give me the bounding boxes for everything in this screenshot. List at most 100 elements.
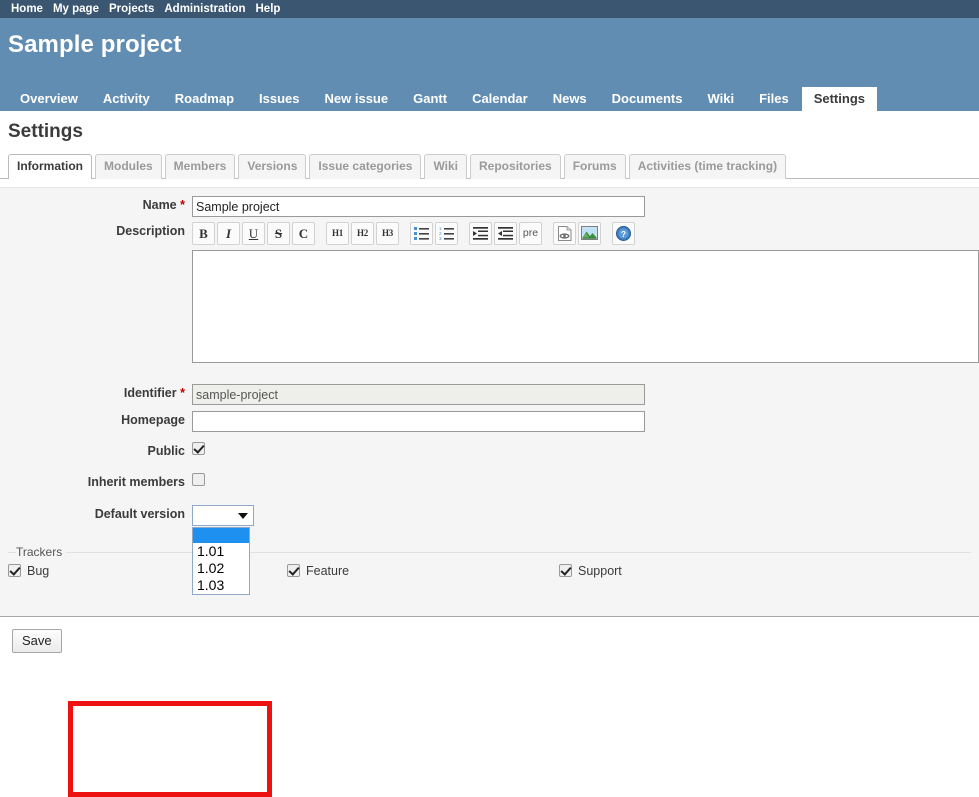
- checkbox-icon[interactable]: [559, 564, 572, 577]
- tab-repositories[interactable]: Repositories: [470, 154, 561, 179]
- top-menu-item: Home: [6, 0, 48, 18]
- main-menu-item: New issue: [313, 87, 401, 111]
- main-menu-files[interactable]: Files: [747, 87, 801, 111]
- heading-2-icon[interactable]: H2: [351, 222, 374, 245]
- strikethrough-icon[interactable]: S: [267, 222, 290, 245]
- main-menu-settings[interactable]: Settings: [801, 87, 877, 111]
- main-menu-gantt[interactable]: Gantt: [401, 87, 459, 111]
- tracker-label: Bug: [27, 564, 50, 578]
- top-menu-my-page[interactable]: My page: [48, 0, 104, 18]
- field-row-homepage: Homepage: [0, 411, 979, 434]
- main-menu-activity[interactable]: Activity: [91, 87, 162, 111]
- default-version-option[interactable]: 1.02: [193, 560, 249, 577]
- inherit-members-label: Inherit members: [0, 473, 185, 492]
- settings-tab-item: Activities (time tracking): [628, 154, 787, 179]
- main-menu-news[interactable]: News: [541, 87, 599, 111]
- settings-tab-item: Wiki: [424, 154, 468, 179]
- field-row-description: Description B I U S C H1 H2 H3 1 2 3 pre?: [0, 222, 979, 372]
- main-menu-wiki[interactable]: Wiki: [695, 87, 746, 111]
- project-homepage-input[interactable]: [192, 411, 645, 432]
- top-menu-projects[interactable]: Projects: [104, 0, 159, 18]
- inherit-members-checkbox[interactable]: [192, 473, 205, 486]
- public-label: Public: [0, 442, 185, 461]
- top-menu-help[interactable]: Help: [251, 0, 286, 18]
- tab-modules[interactable]: Modules: [95, 154, 162, 179]
- checkbox-icon[interactable]: [8, 564, 21, 577]
- public-checkbox[interactable]: [192, 442, 205, 455]
- italic-icon[interactable]: I: [217, 222, 240, 245]
- main-menu-item: Roadmap: [163, 87, 246, 111]
- description-label: Description: [0, 222, 185, 241]
- settings-tab-item: Forums: [563, 154, 626, 179]
- top-menu-home[interactable]: Home: [6, 0, 48, 18]
- project-description-textarea[interactable]: [192, 250, 979, 363]
- help-icon[interactable]: ?: [612, 222, 635, 245]
- main-menu-item: Files: [747, 87, 801, 111]
- top-menu-item: Administration: [159, 0, 250, 18]
- default-version-option[interactable]: 1.03: [193, 577, 249, 594]
- tab-activities-time-tracking[interactable]: Activities (time tracking): [628, 154, 787, 179]
- field-row-identifier: Identifier *: [0, 384, 979, 407]
- field-row-public: Public: [0, 442, 979, 465]
- main-menu-roadmap[interactable]: Roadmap: [163, 87, 246, 111]
- indent-icon[interactable]: [469, 222, 492, 245]
- main-menu-calendar[interactable]: Calendar: [460, 87, 540, 111]
- main-menu-item: Issues: [247, 87, 311, 111]
- ordered-list-icon[interactable]: 123: [435, 222, 458, 245]
- main-menu-item: News: [541, 87, 599, 111]
- code-icon[interactable]: C: [292, 222, 315, 245]
- default-version-option[interactable]: 1.01: [193, 543, 249, 560]
- description-value-wrap: B I U S C H1 H2 H3 1 2 3 pre?: [192, 222, 979, 363]
- identifier-required-marker: *: [180, 386, 185, 400]
- underline-icon[interactable]: U: [242, 222, 265, 245]
- main-menu-documents[interactable]: Documents: [600, 87, 695, 111]
- homepage-label: Homepage: [0, 411, 185, 430]
- bold-icon[interactable]: B: [192, 222, 215, 245]
- checkbox-icon[interactable]: [287, 564, 300, 577]
- settings-tabs: Information Modules Members Versions Issue c…: [0, 154, 979, 179]
- main-menu-item: Gantt: [401, 87, 459, 111]
- default-version-option-blank[interactable]: [193, 528, 249, 543]
- chevron-down-icon: [238, 513, 248, 519]
- tab-forums[interactable]: Forums: [563, 154, 626, 179]
- project-name-input[interactable]: [192, 196, 645, 217]
- tab-versions[interactable]: Versions: [238, 154, 307, 179]
- outdent-icon[interactable]: [494, 222, 517, 245]
- heading-3-icon[interactable]: H3: [376, 222, 399, 245]
- main-menu-new-issue[interactable]: New issue: [313, 87, 401, 111]
- tracker-checkbox-support[interactable]: Support: [559, 563, 622, 579]
- main-menu-issues[interactable]: Issues: [247, 87, 311, 111]
- inherit-members-value-wrap: [192, 473, 979, 487]
- name-label: Name *: [0, 196, 185, 215]
- tab-issue-categories[interactable]: Issue categories: [309, 154, 422, 179]
- default-version-options-list[interactable]: 1.01 1.02 1.03: [192, 527, 250, 595]
- default-version-value-wrap: 1.01 1.02 1.03: [192, 505, 979, 595]
- top-account-menu: Home My page Projects Administration Help: [0, 0, 979, 18]
- main-menu-overview[interactable]: Overview: [8, 87, 90, 111]
- description-label-text: Description: [116, 224, 185, 238]
- main-menu-item: Calendar: [460, 87, 540, 111]
- insert-image-icon[interactable]: [578, 222, 601, 245]
- settings-tab-item: Modules: [95, 154, 162, 179]
- top-menu-administration[interactable]: Administration: [159, 0, 250, 18]
- heading-1-icon[interactable]: H1: [326, 222, 349, 245]
- tracker-checkbox-bug[interactable]: Bug: [8, 563, 49, 579]
- default-version-label: Default version: [0, 505, 185, 524]
- default-version-select-wrapper: 1.01 1.02 1.03: [192, 505, 254, 595]
- tab-members[interactable]: Members: [164, 154, 236, 179]
- tracker-checkbox-feature[interactable]: Feature: [287, 563, 349, 579]
- save-button[interactable]: Save: [12, 629, 62, 653]
- main-menu-item: Overview: [8, 87, 90, 111]
- public-value-wrap: [192, 442, 979, 456]
- insert-link-icon[interactable]: [553, 222, 576, 245]
- homepage-value-wrap: [192, 411, 979, 432]
- default-version-label-text: Default version: [94, 507, 185, 521]
- tab-wiki[interactable]: Wiki: [424, 154, 468, 179]
- tab-information[interactable]: Information: [8, 154, 92, 179]
- content-area: Settings Information Modules Members Versio…: [0, 111, 979, 797]
- name-value-wrap: [192, 196, 979, 217]
- unordered-list-icon[interactable]: [410, 222, 433, 245]
- preformatted-icon[interactable]: pre: [519, 222, 542, 245]
- settings-tab-item: Members: [164, 154, 236, 179]
- default-version-select[interactable]: [192, 505, 254, 526]
